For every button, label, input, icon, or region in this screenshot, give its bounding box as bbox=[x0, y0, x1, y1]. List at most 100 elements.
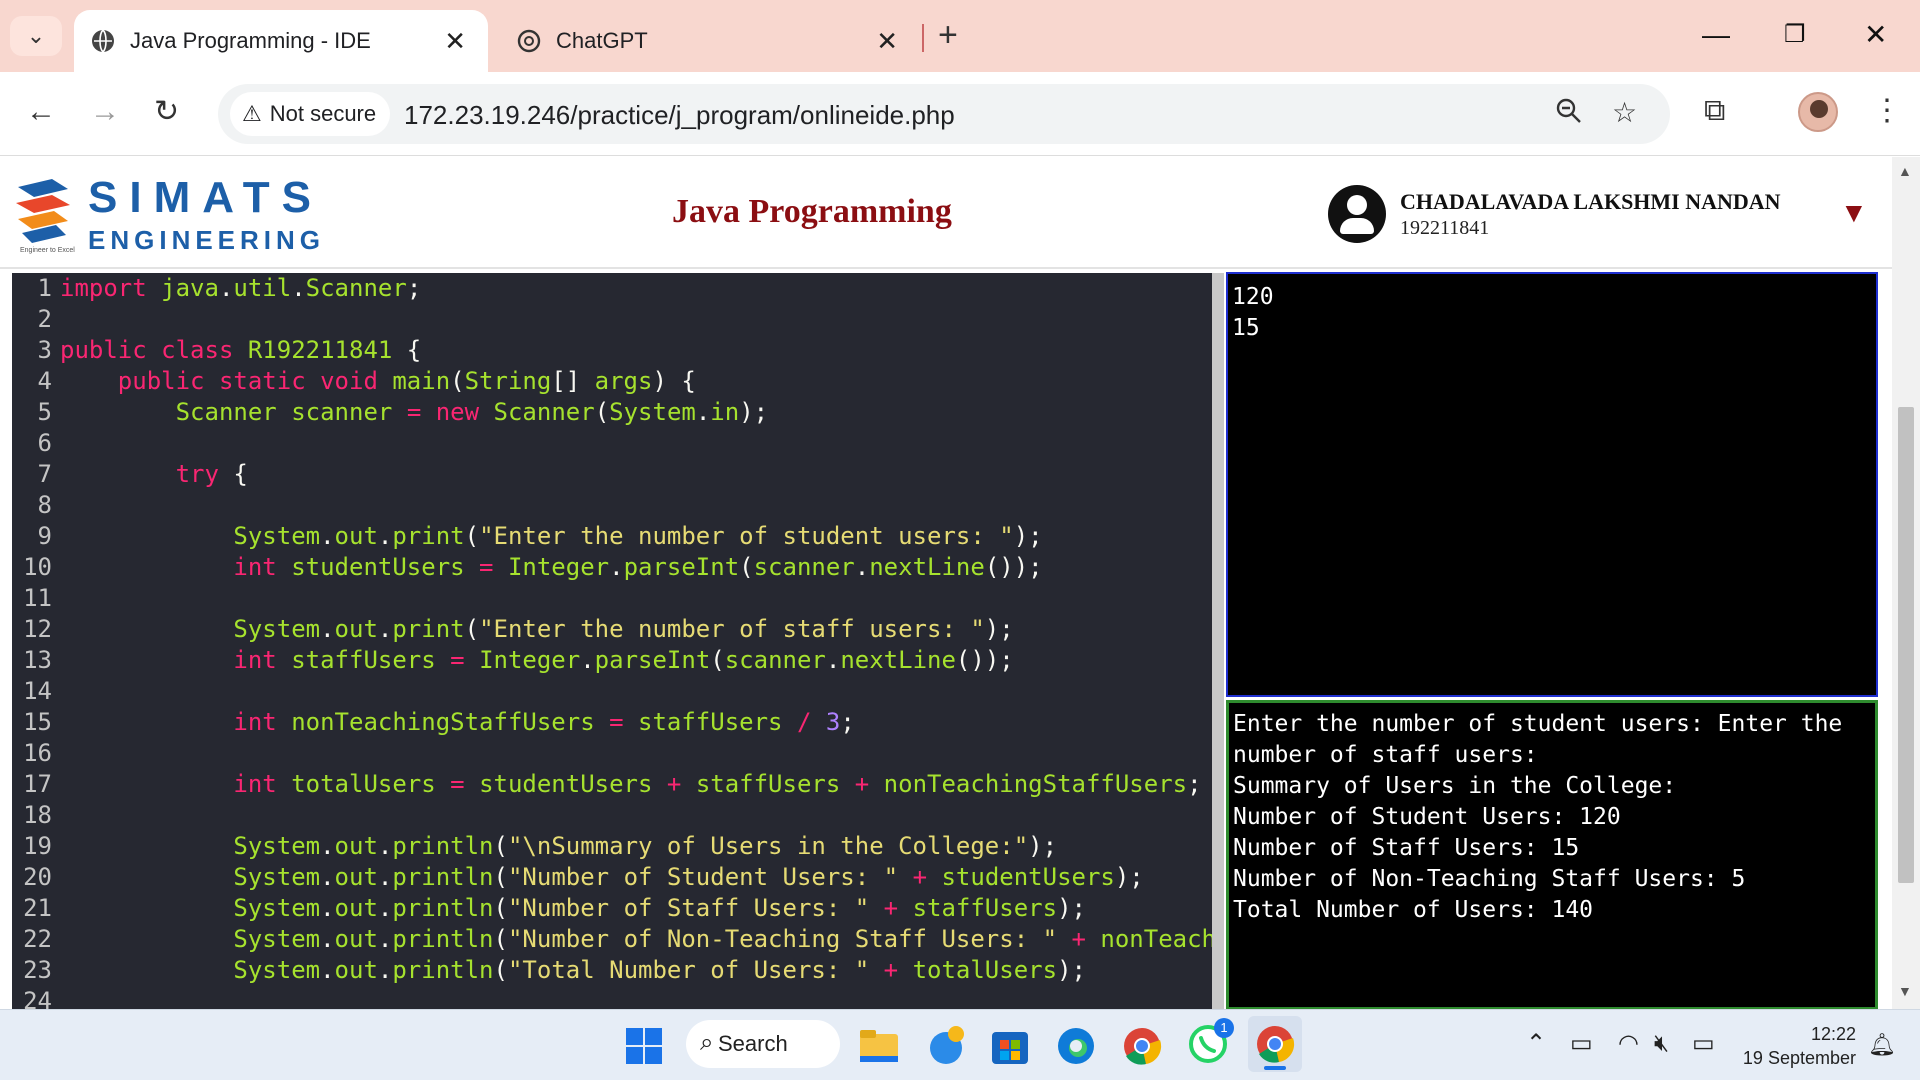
new-tab-icon[interactable]: + bbox=[938, 18, 958, 52]
code-line: import java.util.Scanner; bbox=[60, 274, 422, 302]
line-number: 9 bbox=[37, 522, 52, 550]
star-icon[interactable]: ☆ bbox=[1612, 96, 1637, 129]
tab-title: Java Programming - IDE bbox=[130, 28, 371, 53]
menu-icon[interactable]: ⋮ bbox=[1872, 94, 1902, 128]
scroll-thumb[interactable] bbox=[1898, 407, 1914, 883]
code-line: System.out.println("Number of Student Us… bbox=[233, 863, 1144, 891]
line-number: 19 bbox=[23, 832, 52, 860]
address-bar: ← → ↻ ⚠ Not secure 172.23.19.246/practic… bbox=[0, 72, 1920, 156]
scroll-down-icon[interactable]: ▼ bbox=[1898, 983, 1912, 999]
notification-badge: 1 bbox=[1214, 1018, 1234, 1038]
tab-chatgpt[interactable]: ChatGPT ✕ bbox=[500, 10, 920, 72]
panel-divider[interactable] bbox=[1212, 273, 1224, 1009]
code-line: System.out.println("Number of Staff User… bbox=[233, 894, 1086, 922]
dropdown-icon[interactable]: ▼ bbox=[1840, 199, 1868, 227]
code-line: try { bbox=[175, 460, 248, 488]
restore-icon[interactable]: ❐ bbox=[1784, 18, 1806, 52]
line-number: 11 bbox=[23, 584, 52, 612]
output-line: Summary of Users in the College: bbox=[1233, 773, 1677, 799]
chrome-icon bbox=[1257, 1026, 1295, 1063]
globe-icon bbox=[92, 29, 114, 53]
user-icon bbox=[1328, 185, 1386, 243]
brand-name: SIMATS bbox=[88, 173, 323, 222]
display-icon[interactable]: ▭ bbox=[1570, 1030, 1593, 1058]
line-number: 6 bbox=[37, 429, 52, 457]
tab-search-button[interactable]: ⌄ bbox=[10, 16, 62, 56]
code-line: System.out.print("Enter the number of st… bbox=[233, 522, 1043, 550]
line-number: 13 bbox=[23, 646, 52, 674]
page-title: Java Programming bbox=[672, 193, 952, 230]
line-number: 16 bbox=[23, 739, 52, 767]
zoom-icon[interactable] bbox=[1554, 96, 1584, 133]
chrome-icon[interactable] bbox=[1122, 1026, 1162, 1066]
minimize-icon[interactable]: — bbox=[1702, 18, 1730, 52]
page-content: SIMATS ENGINEERING Engineer to Excel Jav… bbox=[0, 157, 1920, 1010]
wifi-icon[interactable]: ◠ bbox=[1618, 1030, 1639, 1058]
code-line: int studentUsers = Integer.parseInt(scan… bbox=[233, 553, 1043, 581]
line-number: 15 bbox=[23, 708, 52, 736]
brand-tagline: Engineer to Excel bbox=[20, 247, 75, 254]
line-number: 22 bbox=[23, 925, 52, 953]
output-line: Number of Non-Teaching Staff Users: 5 bbox=[1233, 866, 1746, 892]
reload-icon[interactable]: ↻ bbox=[154, 96, 179, 128]
input-line: 15 bbox=[1232, 315, 1260, 341]
security-label: Not secure bbox=[269, 101, 377, 126]
volume-muted-icon[interactable]: 🔇︎ bbox=[1654, 1030, 1669, 1058]
code-editor[interactable]: 1 import java.util.Scanner; 2 3 public cla… bbox=[12, 273, 1212, 1009]
close-icon[interactable]: ✕ bbox=[876, 26, 898, 57]
line-number: 14 bbox=[23, 677, 52, 705]
security-chip[interactable]: ⚠ Not secure bbox=[230, 92, 391, 136]
clock-date: 19 September bbox=[1742, 1048, 1856, 1068]
profile-avatar[interactable] bbox=[1798, 92, 1838, 132]
windows-start-icon[interactable] bbox=[626, 1028, 662, 1064]
line-number: 5 bbox=[37, 398, 52, 426]
input-panel[interactable]: 120 15 bbox=[1226, 272, 1878, 697]
store-icon[interactable] bbox=[990, 1026, 1030, 1066]
close-icon[interactable]: ✕ bbox=[444, 26, 466, 57]
code-line: System.out.print("Enter the number of st… bbox=[233, 615, 1014, 643]
warning-icon: ⚠ bbox=[242, 101, 262, 126]
line-number: 20 bbox=[23, 863, 52, 891]
taskbar-search[interactable]: ⌕ Search bbox=[686, 1020, 840, 1068]
line-number: 23 bbox=[23, 956, 52, 984]
scroll-up-icon[interactable]: ▲ bbox=[1898, 163, 1912, 179]
bell-icon[interactable]: 🔔︎ bbox=[1868, 1032, 1896, 1058]
battery-icon[interactable]: ▭ bbox=[1692, 1030, 1715, 1058]
line-number: 3 bbox=[37, 336, 52, 364]
extensions-icon[interactable]: ⧉ bbox=[1704, 94, 1725, 128]
output-line: Number of Student Users: 120 bbox=[1233, 804, 1621, 830]
page-scrollbar[interactable]: ▲ ▼ bbox=[1892, 157, 1920, 1009]
code-line: public class R192211841 { bbox=[60, 336, 422, 364]
chrome-active-app[interactable] bbox=[1248, 1016, 1302, 1072]
back-icon[interactable]: ← bbox=[26, 96, 56, 128]
url-text[interactable]: 172.23.19.246/practice/j_program/onlinei… bbox=[404, 100, 955, 131]
browser-tab-bar: ⌄ Java Programming - IDE ✕ ChatGPT ✕ + —… bbox=[0, 0, 1920, 72]
code-line: public static void main(String[] args) { bbox=[117, 367, 696, 395]
code-line: System.out.println("Number of Non-Teachi… bbox=[233, 925, 1212, 953]
copilot-icon[interactable] bbox=[924, 1024, 968, 1068]
tab-search-icon: ⌄ bbox=[26, 23, 46, 48]
close-window-icon[interactable]: ✕ bbox=[1864, 18, 1887, 52]
forward-icon[interactable]: → bbox=[90, 96, 120, 128]
file-explorer-icon[interactable] bbox=[858, 1026, 900, 1066]
user-name: CHADALAVADA LAKSHMI NANDAN bbox=[1400, 189, 1781, 214]
windows-taskbar: ⌕ Search 1 ⌃ ▭ ◠ 🔇︎ ▭ 12:22 19 September… bbox=[0, 1009, 1920, 1080]
line-number: 7 bbox=[37, 460, 52, 488]
line-number: 1 bbox=[37, 274, 52, 302]
tab-separator bbox=[922, 24, 924, 52]
omnibox[interactable]: ⚠ Not secure 172.23.19.246/practice/j_pr… bbox=[218, 84, 1670, 144]
line-number: 12 bbox=[23, 615, 52, 643]
clock[interactable]: 12:22 19 September bbox=[1740, 1022, 1856, 1070]
line-number: 24 bbox=[23, 987, 52, 1009]
whatsapp-app[interactable]: 1 bbox=[1188, 1018, 1234, 1068]
active-indicator bbox=[1264, 1066, 1286, 1070]
line-number: 18 bbox=[23, 801, 52, 829]
edge-icon[interactable] bbox=[1056, 1026, 1096, 1066]
code-line: System.out.println("\nSummary of Users i… bbox=[233, 832, 1058, 860]
brand-subtitle: ENGINEERING bbox=[88, 225, 326, 255]
clock-time: 12:22 bbox=[1810, 1024, 1856, 1044]
tab-java-ide[interactable]: Java Programming - IDE ✕ bbox=[74, 10, 488, 72]
code-line: int staffUsers = Integer.parseInt(scanne… bbox=[233, 646, 1014, 674]
chevron-up-icon[interactable]: ⌃ bbox=[1526, 1030, 1546, 1058]
site-header: SIMATS ENGINEERING Engineer to Excel Jav… bbox=[0, 157, 1892, 269]
